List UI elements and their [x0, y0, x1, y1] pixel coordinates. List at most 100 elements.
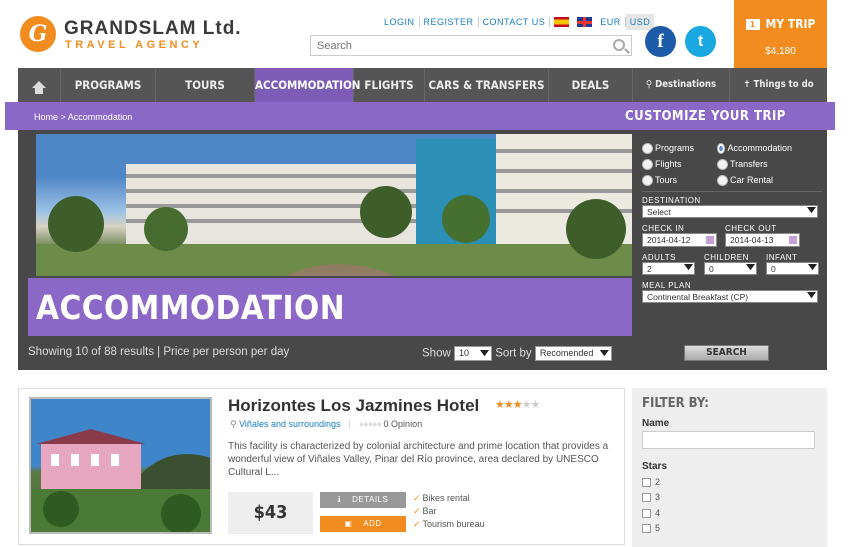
- nav-things[interactable]: ✝ Things to do: [730, 68, 827, 102]
- radio-flights[interactable]: Flights: [642, 156, 717, 172]
- search-icon[interactable]: [613, 39, 625, 51]
- home-icon: [32, 81, 46, 94]
- radio-accommodation[interactable]: Accommodation: [717, 140, 792, 156]
- radio-icon: [642, 174, 653, 186]
- radio-label: Tours: [655, 175, 678, 185]
- contact-link[interactable]: CONTACT US: [479, 17, 551, 27]
- hotel-price: $43: [228, 492, 313, 534]
- logo-name[interactable]: GRANDSLAM Ltd.: [64, 18, 242, 40]
- hotel-location-label: Viñales and surroundings: [239, 419, 341, 429]
- hotel-thumb-illustration: [31, 429, 210, 532]
- radio-label: Car Rental: [730, 175, 774, 185]
- page-title: ACCOMMODATION: [36, 288, 346, 327]
- filter-star-label: 5: [655, 523, 661, 533]
- feature-item: ✓ Bar: [413, 506, 437, 517]
- infant-select[interactable]: 0: [766, 262, 819, 275]
- breadcrumb[interactable]: Home > Accommodation: [34, 112, 132, 122]
- adults-label: ADULTS: [642, 253, 676, 262]
- my-trip-button[interactable]: 1 MY TRIP $4,180: [734, 0, 827, 68]
- destination-select[interactable]: Select: [642, 205, 818, 218]
- filter-name-label: Name: [642, 418, 670, 429]
- adults-select[interactable]: 2: [642, 262, 695, 275]
- radio-transfers[interactable]: Transfers: [717, 156, 792, 172]
- nav-programs[interactable]: PROGRAMS: [61, 68, 156, 102]
- search-button[interactable]: SEARCH: [684, 345, 769, 361]
- hotel-location[interactable]: ⚲ Viñales and surroundings | ●●●●● 0 Opini…: [230, 419, 422, 430]
- filter-star-label: 2: [655, 477, 661, 487]
- my-trip-title: 1 MY TRIP: [734, 17, 827, 31]
- radio-icon: [642, 142, 653, 154]
- feature-label: Bikes rental: [422, 493, 470, 503]
- filter-star-option[interactable]: 3: [642, 492, 660, 502]
- rating-circles-icon: ●●●●●: [358, 419, 382, 429]
- facebook-icon[interactable]: f: [645, 26, 676, 57]
- radio-label: Flights: [655, 159, 682, 169]
- currency-eur[interactable]: EUR: [596, 17, 626, 27]
- hotel-stars: ★★★★★: [495, 398, 541, 411]
- checkbox-icon: [642, 523, 651, 533]
- nav-tours[interactable]: TOURS: [156, 68, 255, 102]
- nav-flights[interactable]: FLIGHTS: [354, 68, 425, 102]
- feature-item: ✓ Bikes rental: [413, 493, 470, 504]
- search-input[interactable]: [311, 36, 601, 55]
- radio-icon: [717, 158, 728, 170]
- radio-car-rental[interactable]: Car Rental: [717, 172, 792, 188]
- filter-star-label: 4: [655, 508, 661, 518]
- opinion-count: 0 Opinion: [383, 419, 423, 429]
- hotel-title[interactable]: Horizontes Los Jazmines Hotel: [228, 396, 479, 416]
- nav-deals[interactable]: DEALS: [549, 68, 633, 102]
- filter-star-option[interactable]: 4: [642, 508, 660, 518]
- register-link[interactable]: REGISTER: [420, 17, 479, 27]
- radio-icon: [717, 174, 728, 186]
- search-box: [310, 35, 632, 56]
- radio-tours[interactable]: Tours: [642, 172, 717, 188]
- sort-select[interactable]: Recomended: [534, 346, 612, 361]
- info-icon: ℹ: [337, 495, 353, 504]
- uk-flag-icon[interactable]: [577, 17, 593, 27]
- feature-item: ✓ Tourism bureau: [413, 519, 485, 530]
- filter-star-label: 3: [655, 492, 661, 502]
- children-select[interactable]: 0: [704, 262, 757, 275]
- check-icon: ✓: [413, 519, 421, 529]
- currency-usd[interactable]: USD: [625, 14, 655, 30]
- nav-home[interactable]: [18, 68, 61, 102]
- top-links: LOGIN REGISTER CONTACT US EUR USD: [380, 14, 655, 30]
- infant-label: INFANT: [766, 253, 798, 262]
- radio-icon: [717, 142, 726, 154]
- details-button[interactable]: ℹ DETAILS: [320, 492, 406, 508]
- filter-star-option[interactable]: 2: [642, 477, 660, 487]
- check-icon: ✓: [413, 506, 421, 516]
- hotel-description: This facility is characterized by coloni…: [228, 441, 609, 478]
- filter-star-option[interactable]: 5: [642, 523, 660, 533]
- suitcase-icon: 1: [745, 19, 760, 30]
- results-summary: Showing 10 of 88 results | Price per per…: [28, 346, 290, 358]
- destination-label: DESTINATION: [642, 196, 701, 205]
- login-link[interactable]: LOGIN: [380, 17, 420, 27]
- add-button[interactable]: ▣ ADD: [320, 516, 406, 532]
- nav-things-label: Things to do: [753, 79, 814, 90]
- checkbox-icon: [642, 477, 651, 487]
- hotel-illustration: [36, 134, 632, 276]
- twitter-icon[interactable]: t: [685, 26, 716, 57]
- radio-programs[interactable]: Programs: [642, 140, 717, 156]
- checkout-field[interactable]: 2014-04-13: [725, 233, 800, 247]
- filter-stars-label: Stars: [642, 461, 668, 472]
- checkbox-icon: [642, 492, 651, 502]
- logo-icon[interactable]: G: [20, 16, 56, 52]
- checkin-field[interactable]: 2014-04-12: [642, 233, 717, 247]
- customize-title: CUSTOMIZE YOUR TRIP: [625, 109, 786, 124]
- nav-cars-transfers[interactable]: CARS & TRANSFERS: [425, 68, 549, 102]
- nav-destinations[interactable]: ⚲ Destinations: [633, 68, 730, 102]
- radio-label: Transfers: [730, 159, 768, 169]
- filter-name-input[interactable]: [642, 431, 815, 449]
- nav-accommodation[interactable]: ACCOMMODATION: [255, 68, 360, 102]
- spain-flag-icon[interactable]: [554, 17, 570, 27]
- checkout-label: CHECK OUT: [725, 224, 777, 233]
- location-pin-icon: ⚲: [230, 419, 240, 429]
- show-select[interactable]: 10: [453, 346, 492, 361]
- nav-destinations-label: Destinations: [655, 79, 717, 90]
- meal-plan-select[interactable]: Continental Breakfast (CP): [642, 290, 818, 303]
- star-empty-icon: ★★: [521, 399, 541, 411]
- radio-label: Programs: [655, 143, 695, 153]
- hotel-thumbnail[interactable]: [29, 397, 212, 534]
